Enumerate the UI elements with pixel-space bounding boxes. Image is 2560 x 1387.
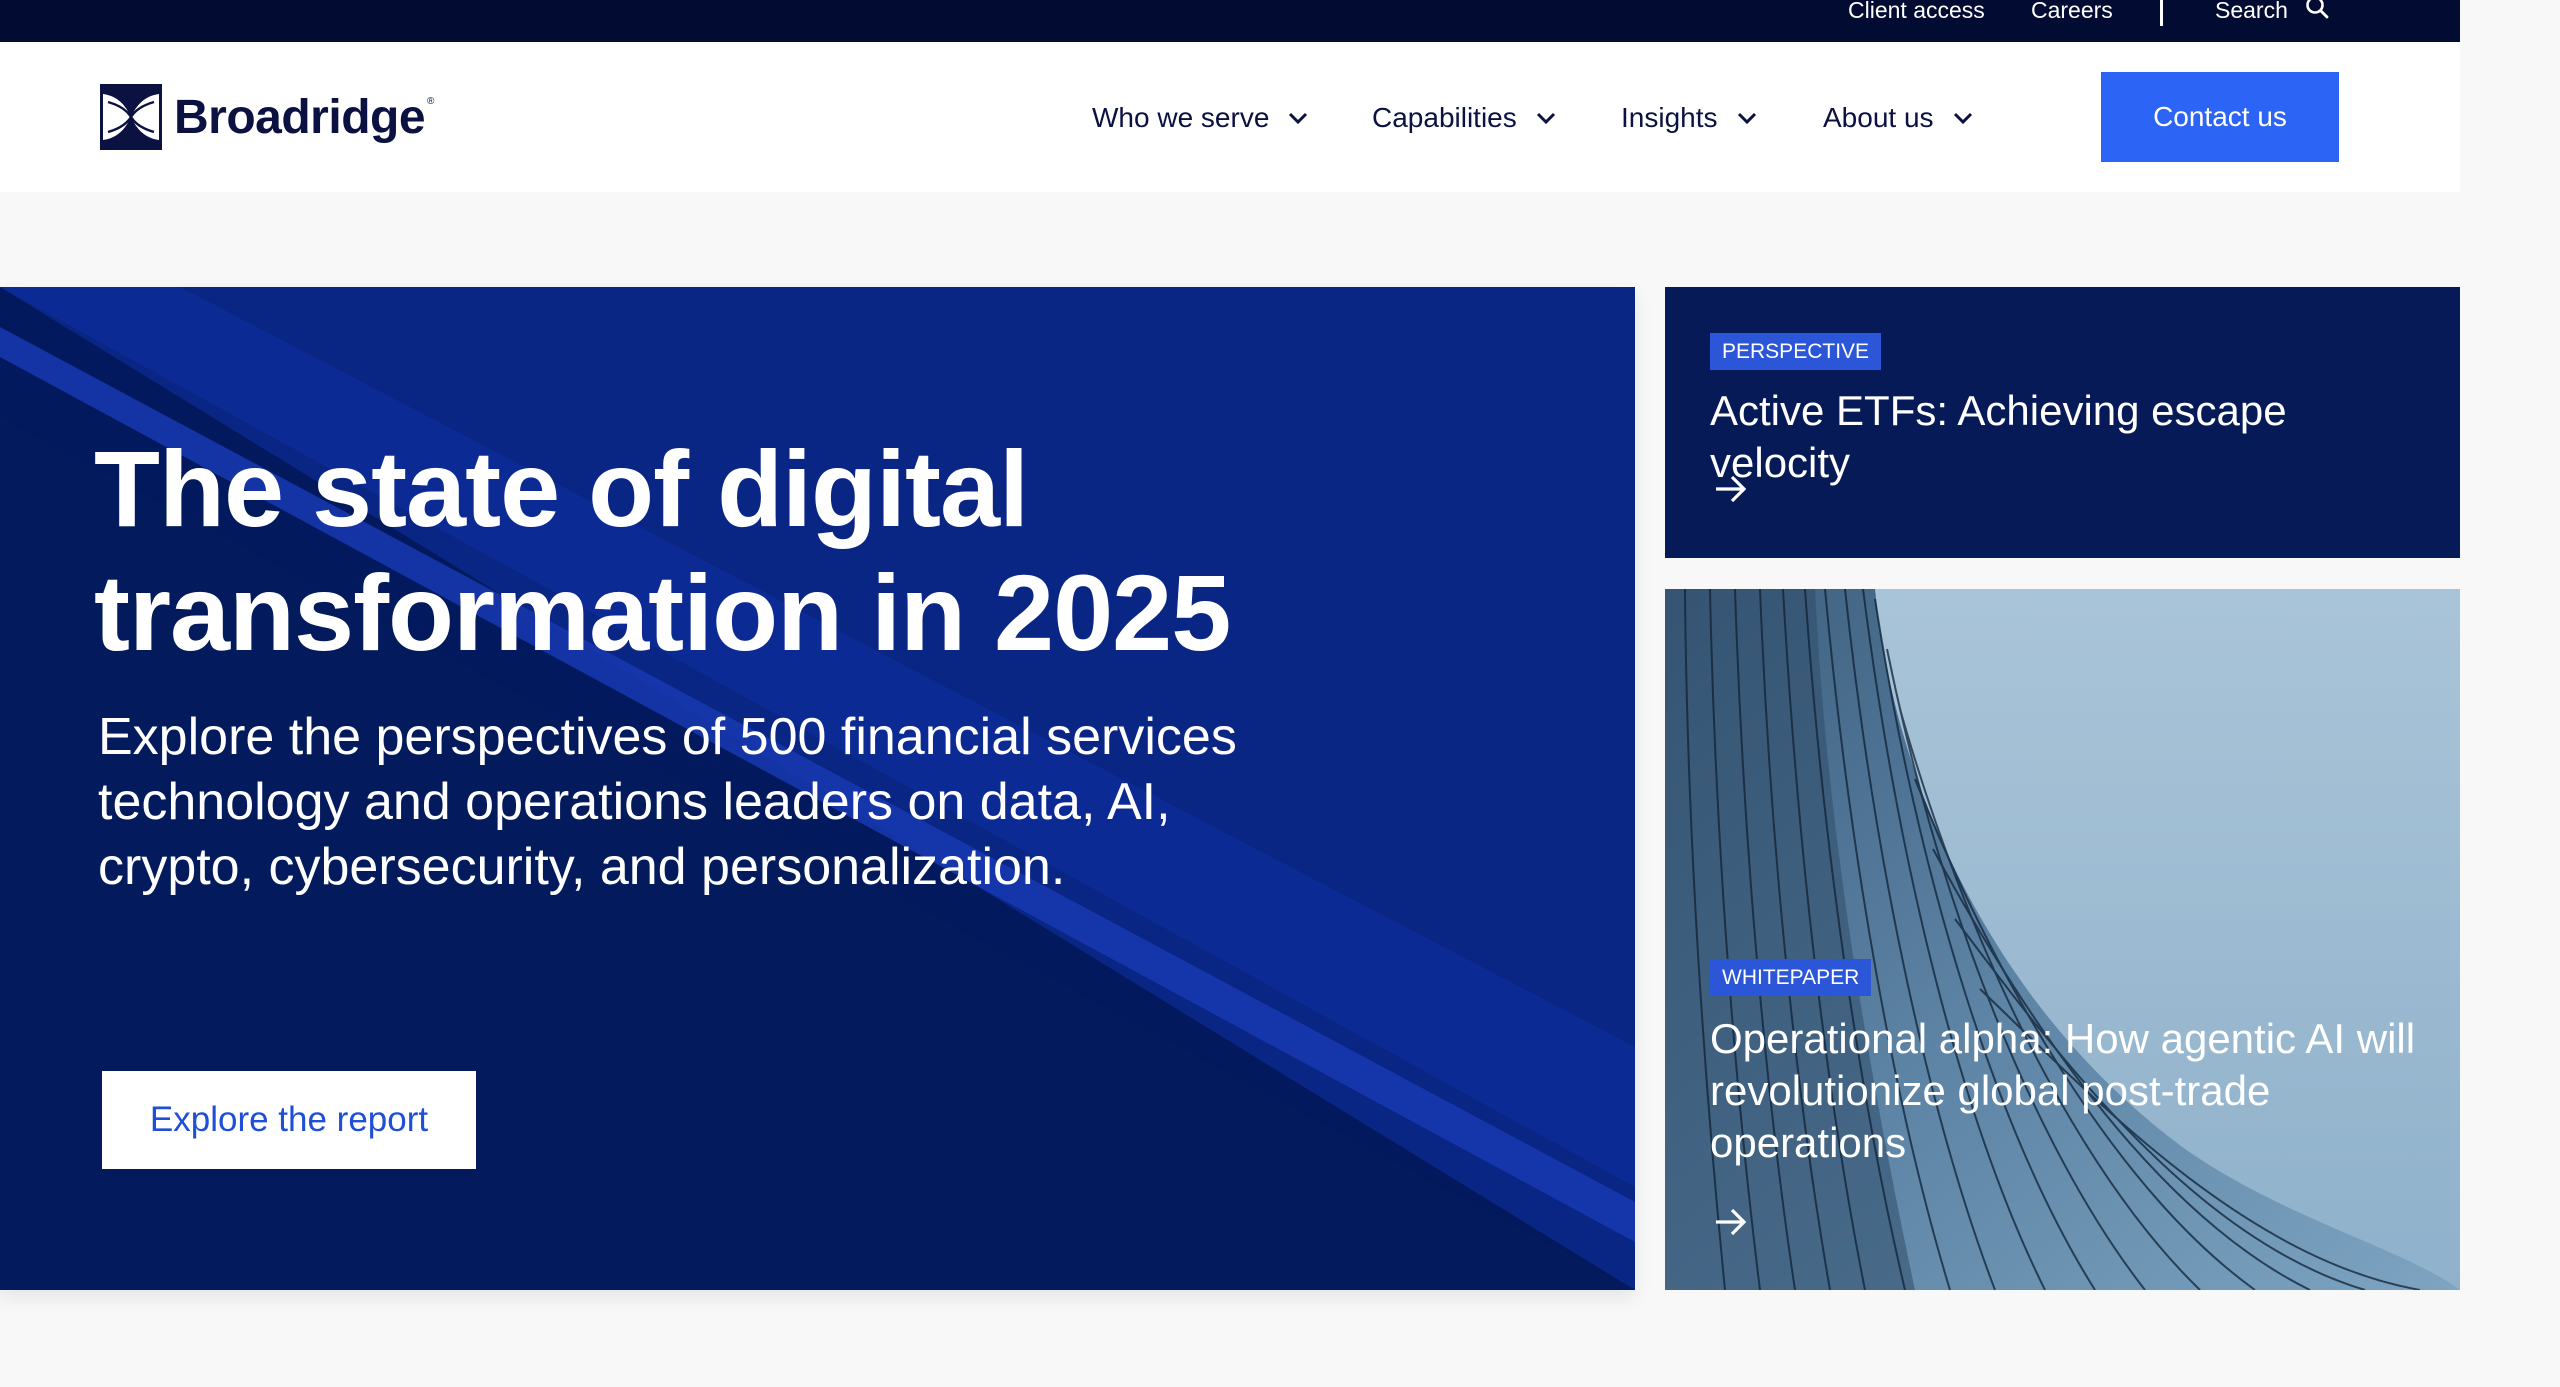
card-title: Operational alpha: How agentic AI will r…	[1710, 1015, 2416, 1166]
nav-label: Capabilities	[1372, 102, 1517, 133]
nav-label: About us	[1823, 102, 1934, 133]
card-badge: WHITEPAPER	[1710, 959, 1872, 996]
nav-label: Insights	[1621, 102, 1718, 133]
careers-link[interactable]: Careers	[2031, 0, 2113, 24]
arrow-right-icon[interactable]	[1713, 474, 1749, 504]
search-icon[interactable]	[2304, 0, 2330, 20]
chevron-down-icon	[1536, 112, 1555, 125]
nav-who-we-serve[interactable]: Who we serve	[1092, 96, 1309, 140]
broadridge-logo[interactable]: Broadridge ®	[100, 82, 434, 152]
utility-bar: Client access Careers Search	[0, 0, 2460, 42]
arrow-right-icon[interactable]	[1713, 1207, 1749, 1237]
whitepaper-card[interactable]: WHITEPAPER Operational alpha: How agenti…	[1665, 589, 2460, 1290]
card-badge: PERSPECTIVE	[1710, 333, 1882, 370]
nav-capabilities[interactable]: Capabilities	[1372, 96, 1557, 140]
perspective-card[interactable]: PERSPECTIVE Active ETFs: Achieving escap…	[1665, 287, 2460, 558]
card-title: Active ETFs: Achieving escape velocity	[1710, 387, 2287, 486]
chevron-down-icon	[1953, 112, 1972, 125]
explore-report-button[interactable]: Explore the report	[102, 1071, 476, 1169]
chevron-down-icon	[1289, 112, 1308, 125]
main-header: Broadridge ® Who we serve Capabilities I…	[0, 42, 2460, 192]
client-access-link[interactable]: Client access	[1848, 0, 1985, 24]
contact-us-button[interactable]: Contact us	[2101, 72, 2339, 162]
building-photo	[1665, 589, 2460, 1290]
chevron-down-icon	[1737, 112, 1756, 125]
logo-wordmark: Broadridge	[174, 90, 426, 144]
nav-insights[interactable]: Insights	[1621, 96, 1758, 140]
search-link[interactable]: Search	[2215, 0, 2288, 24]
hero-title: The state of digital transformation in 2…	[94, 428, 1231, 673]
page: Client access Careers Search Broadridge …	[0, 0, 2460, 1387]
utility-divider	[2160, 0, 2163, 26]
nav-label: Who we serve	[1092, 102, 1270, 133]
hero-subtitle: Explore the perspectives of 500 financia…	[98, 708, 1237, 896]
logo-registered-mark: ®	[427, 96, 435, 107]
hero-banner: The state of digital transformation in 2…	[0, 287, 1635, 1290]
logo-mark-icon	[100, 84, 162, 150]
nav-about-us[interactable]: About us	[1823, 96, 1974, 140]
